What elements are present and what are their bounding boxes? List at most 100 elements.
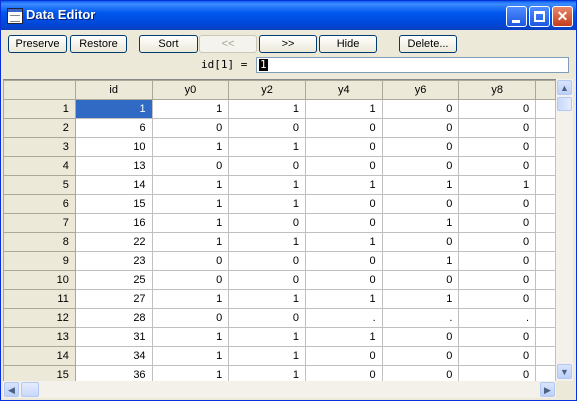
preserve-button[interactable]: Preserve [8,35,67,53]
cell-id[interactable]: 25 [74,270,153,290]
cell-y0[interactable]: 0 [151,251,230,271]
row-number[interactable]: 1 [3,99,76,119]
cell-y6[interactable]: 0 [381,156,460,176]
cell-y8[interactable]: 0 [458,289,537,309]
cell-id[interactable]: 16 [74,213,153,233]
cell-y0[interactable]: 1 [151,213,230,233]
cell-edit-field[interactable]: 1 [256,57,569,73]
scroll-down-icon[interactable]: ▼ [557,364,572,379]
cell-y2[interactable]: 0 [228,270,306,290]
minimize-button[interactable] [506,6,527,27]
maximize-button[interactable] [529,6,550,27]
cell-y6[interactable]: 0 [381,346,460,366]
cell-y4[interactable]: 0 [304,251,383,271]
cell-y6[interactable]: 0 [381,194,460,214]
cell-y6[interactable]: 0 [381,232,460,252]
row-number[interactable]: 9 [3,251,76,271]
cell-y0[interactable]: 1 [151,289,230,309]
cell-y6[interactable]: 0 [381,99,460,119]
cell-id[interactable]: 31 [74,327,153,347]
row-number[interactable]: 7 [3,213,76,233]
row-number[interactable]: 3 [3,137,76,157]
cell-y2[interactable]: 0 [228,118,306,138]
cell-y8[interactable]: 0 [458,346,537,366]
cell-y4[interactable]: 1 [304,232,383,252]
row-number[interactable]: 13 [3,327,76,347]
cell-y6[interactable]: 0 [381,365,460,382]
cell-y2[interactable]: 0 [228,308,306,328]
cell-id[interactable]: 23 [74,251,153,271]
restore-button[interactable]: Restore [70,35,127,53]
cell-y2[interactable]: 1 [228,327,306,347]
cell-y2[interactable]: 1 [228,232,306,252]
vertical-scroll-thumb[interactable] [557,97,572,111]
cell-y6[interactable]: 1 [381,213,460,233]
cell-y4[interactable]: 1 [304,175,383,195]
cell-y8[interactable]: 0 [458,327,537,347]
cell-y0[interactable]: 1 [151,137,230,157]
row-number[interactable]: 14 [3,346,76,366]
cell-y2[interactable]: 1 [228,99,306,119]
row-number[interactable]: 12 [3,308,76,328]
cell-y0[interactable]: 0 [151,270,230,290]
vertical-scrollbar[interactable]: ▲ ▼ [556,79,573,381]
cell-id[interactable]: 1 [74,99,153,119]
cell-y6[interactable]: 0 [381,137,460,157]
cell-id[interactable]: 10 [74,137,153,157]
scroll-left-icon[interactable]: ◀ [4,382,19,397]
forward-button[interactable]: >> [259,35,317,53]
column-header-id[interactable]: id [74,80,153,100]
title-bar[interactable]: Data Editor ✕ [1,1,576,30]
cell-y4[interactable]: . [304,308,383,328]
cell-y0[interactable]: 1 [151,194,230,214]
row-number[interactable]: 5 [3,175,76,195]
cell-y6[interactable]: 0 [381,327,460,347]
cell-id[interactable]: 13 [74,156,153,176]
cell-y0[interactable]: 1 [151,232,230,252]
cell-y4[interactable]: 0 [304,213,383,233]
cell-y8[interactable]: 0 [458,99,537,119]
cell-y4[interactable]: 0 [304,118,383,138]
hide-button[interactable]: Hide [319,35,377,53]
cell-id[interactable]: 22 [74,232,153,252]
cell-y4[interactable]: 0 [304,137,383,157]
cell-id[interactable]: 15 [74,194,153,214]
row-number[interactable]: 8 [3,232,76,252]
delete-button[interactable]: Delete... [399,35,457,53]
cell-id[interactable]: 6 [74,118,153,138]
cell-y6[interactable]: 1 [381,251,460,271]
cell-y2[interactable]: 0 [228,213,306,233]
scroll-up-icon[interactable]: ▲ [557,80,572,95]
cell-y8[interactable]: 0 [458,156,537,176]
cell-y0[interactable]: 1 [151,175,230,195]
row-number[interactable]: 10 [3,270,76,290]
cell-y8[interactable]: 0 [458,118,537,138]
cell-id[interactable]: 28 [74,308,153,328]
cell-y6[interactable]: 0 [381,270,460,290]
column-header-y0[interactable]: y0 [151,80,230,100]
cell-y6[interactable]: 0 [381,118,460,138]
cell-y0[interactable]: 1 [151,327,230,347]
cell-y8[interactable]: 0 [458,194,537,214]
cell-y2[interactable]: 1 [228,289,306,309]
cell-y0[interactable]: 0 [151,308,230,328]
column-header-y6[interactable]: y6 [381,80,460,100]
cell-y2[interactable]: 1 [228,194,306,214]
column-header-y8[interactable]: y8 [458,80,537,100]
cell-y8[interactable]: 1 [458,175,537,195]
cell-y2[interactable]: 1 [228,137,306,157]
cell-y8[interactable]: 0 [458,251,537,271]
row-number[interactable]: 15 [3,365,76,382]
cell-id[interactable]: 36 [74,365,153,382]
horizontal-scrollbar[interactable]: ◀ ▶ [3,381,556,398]
cell-y0[interactable]: 1 [151,99,230,119]
cell-y4[interactable]: 1 [304,327,383,347]
horizontal-scroll-thumb[interactable] [21,382,39,397]
close-button[interactable]: ✕ [552,6,573,27]
scroll-right-icon[interactable]: ▶ [540,382,555,397]
cell-y6[interactable]: . [381,308,460,328]
cell-y2[interactable]: 1 [228,365,306,382]
resize-grip-icon[interactable] [557,382,573,398]
cell-y4[interactable]: 0 [304,270,383,290]
cell-y4[interactable]: 0 [304,346,383,366]
